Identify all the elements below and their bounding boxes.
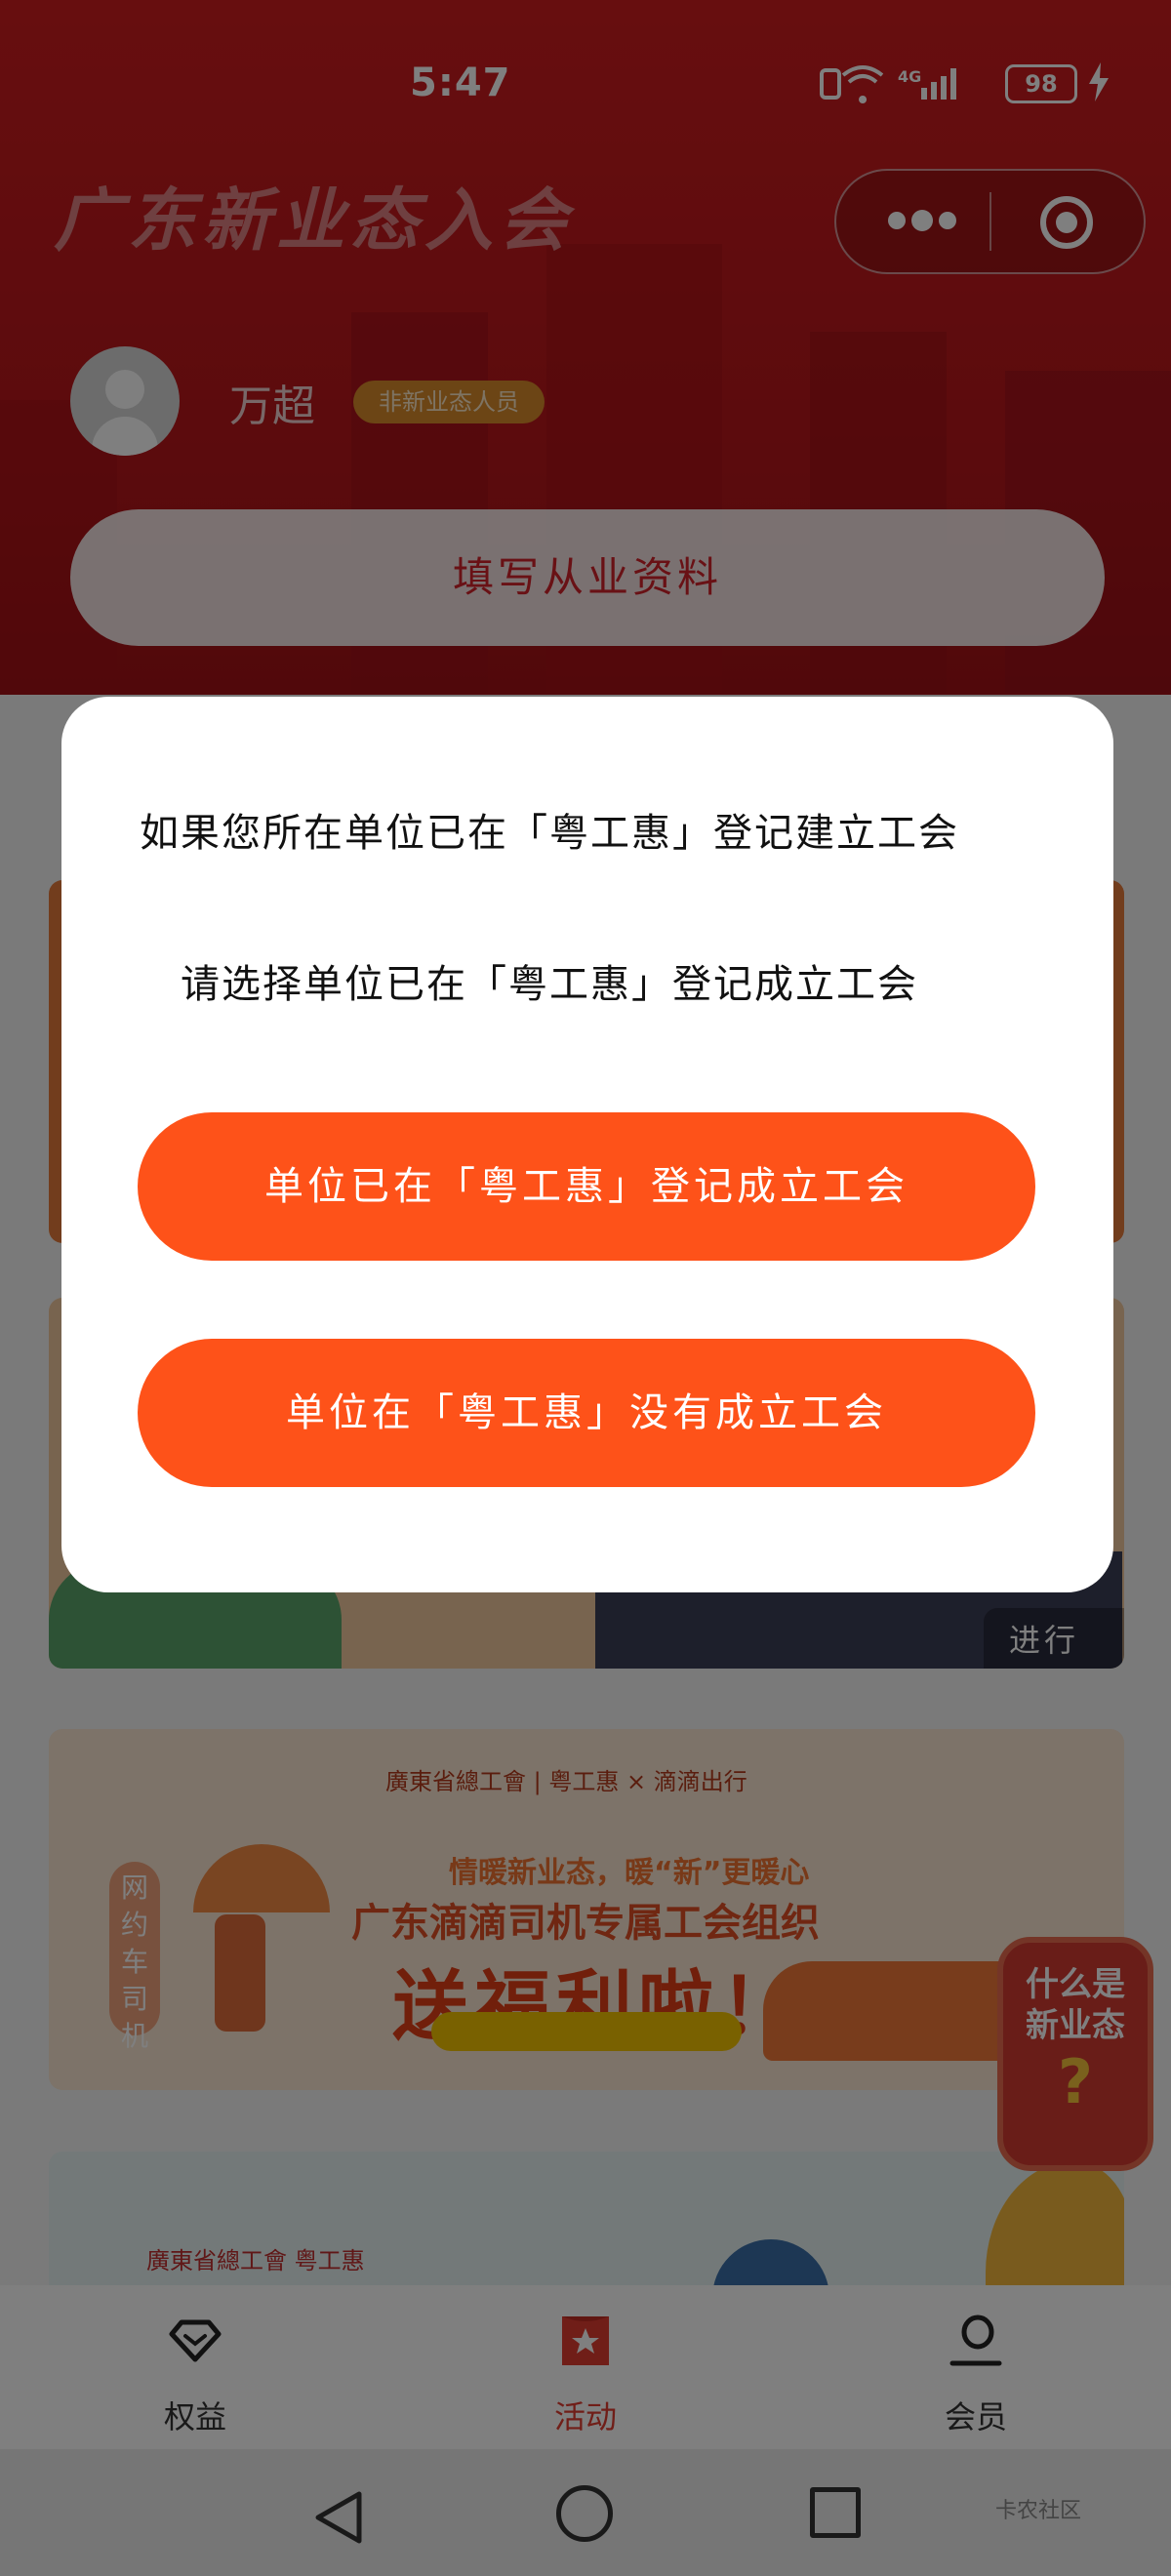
dialog-message: 如果您所在单位已在「粤工惠」登记建立工会	[140, 811, 959, 856]
union-choice-dialog: 如果您所在单位已在「粤工惠」登记建立工会 请选择单位已在「粤工惠」登记成立工会 …	[61, 697, 1113, 1592]
no-union-button[interactable]: 单位在「粤工惠」没有成立工会	[138, 1339, 1035, 1487]
registered-union-button[interactable]: 单位已在「粤工惠」登记成立工会	[138, 1112, 1035, 1261]
dialog-instruction: 请选择单位已在「粤工惠」登记成立工会	[181, 962, 918, 1007]
